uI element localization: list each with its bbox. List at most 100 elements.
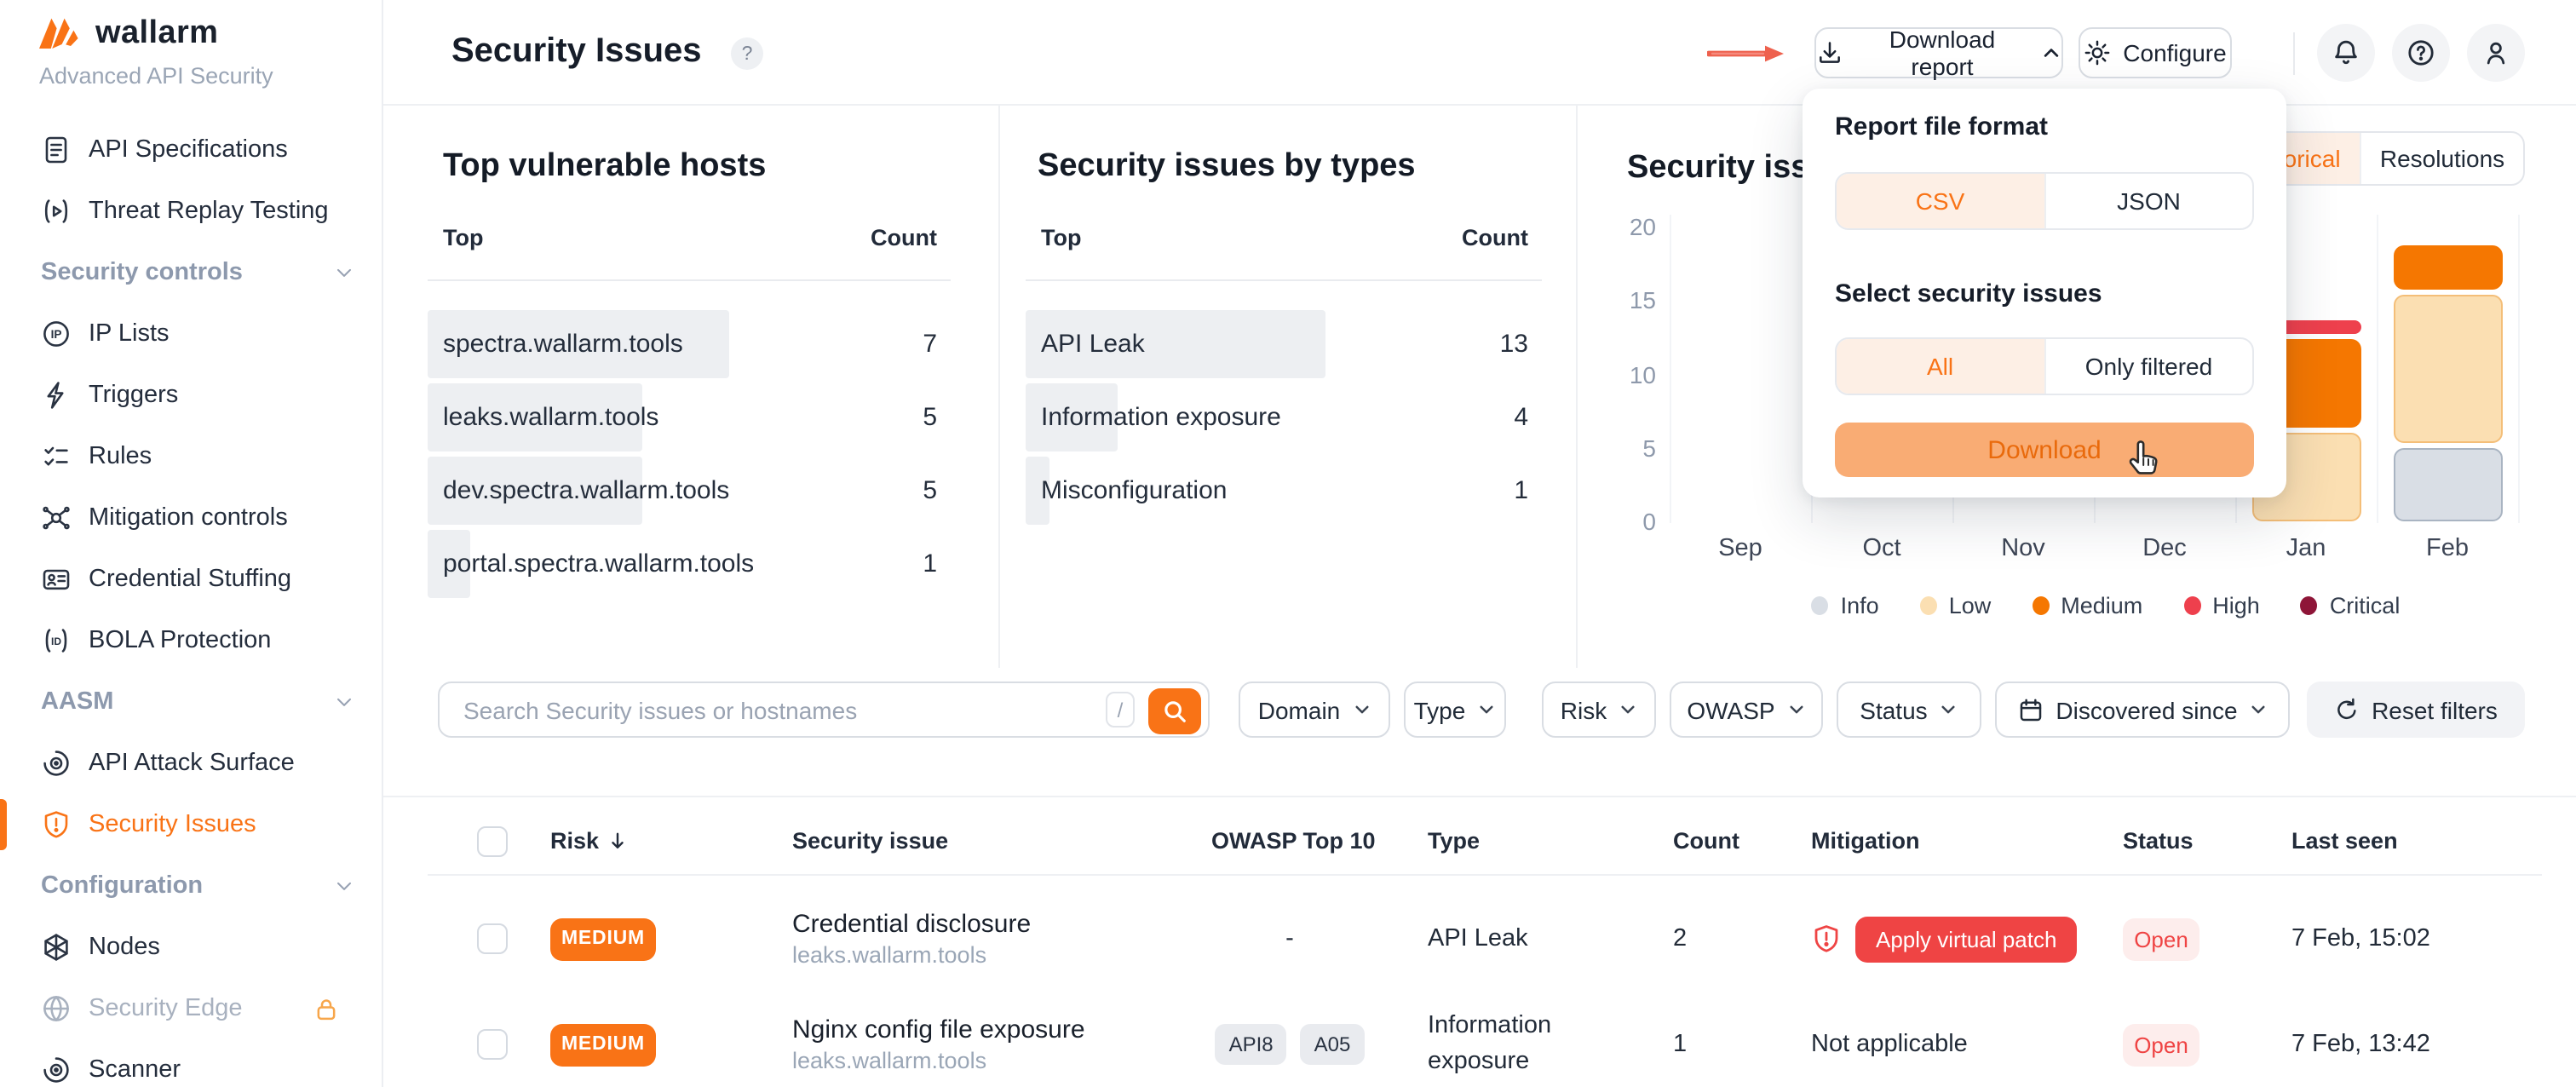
legend-dot bbox=[2032, 596, 2049, 615]
calendar-icon bbox=[2016, 696, 2044, 723]
legend-item-high[interactable]: High bbox=[2183, 593, 2260, 618]
divider bbox=[428, 279, 951, 281]
legend-label: Low bbox=[1949, 593, 1992, 618]
sidebar-item-label: BOLA Protection bbox=[89, 627, 271, 654]
type-value: API Leak bbox=[1428, 921, 1584, 957]
format-option-csv[interactable]: CSV bbox=[1837, 174, 2044, 228]
sidebar-item-api-specifications[interactable]: API Specifications bbox=[0, 119, 383, 181]
legend-item-info[interactable]: Info bbox=[1812, 593, 1879, 618]
download-report-button[interactable]: Download report bbox=[1814, 27, 2063, 78]
column-header-mitigation[interactable]: Mitigation bbox=[1811, 828, 1920, 854]
sidebar-item-bola-protection[interactable]: IDBOLA Protection bbox=[0, 610, 383, 671]
panel-divider bbox=[998, 106, 1000, 668]
status-filter[interactable]: Status bbox=[1837, 682, 1981, 738]
row-checkbox[interactable] bbox=[477, 923, 508, 954]
sidebar-section-aasm[interactable]: AASM bbox=[0, 671, 383, 733]
column-header-status[interactable]: Status bbox=[2123, 828, 2194, 854]
column-header-last-seen[interactable]: Last seen bbox=[2291, 828, 2398, 854]
sidebar-item-api-attack-surface[interactable]: API Attack Surface bbox=[0, 733, 383, 794]
sidebar-item-ip-lists[interactable]: IPIP Lists bbox=[0, 303, 383, 365]
count-value: 1 bbox=[1514, 475, 1528, 504]
sidebar-item-scanner[interactable]: Scanner bbox=[0, 1039, 383, 1087]
count-value: 7 bbox=[923, 329, 937, 358]
list-item[interactable]: dev.spectra.wallarm.tools5 bbox=[428, 453, 951, 526]
legend-item-medium[interactable]: Medium bbox=[2032, 593, 2142, 618]
sidebar-item-credential-stuffing[interactable]: Credential Stuffing bbox=[0, 549, 383, 610]
row-checkbox[interactable] bbox=[477, 1029, 508, 1060]
sidebar-section-security-controls[interactable]: Security controls bbox=[0, 242, 383, 303]
column-label: Last seen bbox=[2291, 828, 2398, 854]
col-top: Top bbox=[443, 225, 484, 250]
col-top: Top bbox=[1041, 225, 1082, 250]
column-header-type[interactable]: Type bbox=[1428, 828, 1480, 854]
column-header-security-issue[interactable]: Security issue bbox=[792, 828, 948, 854]
types-table-head: Top Count bbox=[1026, 225, 1542, 250]
type-filter[interactable]: Type bbox=[1404, 682, 1506, 738]
mitigation-text: Not applicable bbox=[1811, 1031, 1968, 1058]
tab-resolutions[interactable]: Resolutions bbox=[2360, 133, 2523, 184]
x-axis-label: Dec bbox=[2110, 535, 2219, 562]
sidebar-item-mitigation-controls[interactable]: Mitigation controls bbox=[0, 487, 383, 549]
owasp-filter[interactable]: OWASP bbox=[1670, 682, 1823, 738]
legend-item-critical[interactable]: Critical bbox=[2301, 593, 2401, 618]
sidebar-item-nodes[interactable]: Nodes bbox=[0, 917, 383, 978]
select-all-checkbox[interactable] bbox=[477, 826, 508, 857]
risk-cell: MEDIUM bbox=[550, 886, 656, 992]
list-item[interactable]: Misconfiguration1 bbox=[1026, 453, 1542, 526]
column-header-risk[interactable]: Risk bbox=[550, 828, 628, 854]
sidebar-item-triggers[interactable]: Triggers bbox=[0, 365, 383, 426]
search-input[interactable] bbox=[440, 683, 1104, 736]
mouse-cursor bbox=[2126, 438, 2164, 479]
issues-scope-toggle: AllOnly filtered bbox=[1835, 337, 2254, 395]
chevron-down-icon bbox=[1619, 700, 1637, 719]
scope-option-all[interactable]: All bbox=[1837, 339, 2044, 394]
sidebar-item-threat-replay-testing[interactable]: Threat Replay Testing bbox=[0, 181, 383, 242]
format-option-json[interactable]: JSON bbox=[2044, 174, 2252, 228]
app-logo[interactable]: wallarm bbox=[37, 15, 218, 53]
popup-download-button[interactable]: Download bbox=[1835, 423, 2254, 477]
sidebar-item-security-issues[interactable]: Security Issues bbox=[0, 794, 383, 855]
wallarm-flame-icon bbox=[37, 17, 83, 51]
notifications-button[interactable] bbox=[2317, 24, 2375, 82]
configure-button[interactable]: Configure bbox=[2079, 27, 2232, 78]
column-header-owasp-top-10[interactable]: OWASP Top 10 bbox=[1211, 828, 1376, 854]
column-header-count[interactable]: Count bbox=[1673, 828, 1739, 854]
apply-virtual-patch-button[interactable]: Apply virtual patch bbox=[1855, 916, 2077, 962]
topbar-divider bbox=[2293, 32, 2295, 75]
list-item[interactable]: leaks.wallarm.tools5 bbox=[428, 380, 951, 453]
y-axis-tick: 5 bbox=[1605, 434, 1656, 462]
table-row[interactable]: MEDIUMNginx config file exposureleaks.wa… bbox=[0, 993, 2576, 1087]
discovered-since-filter[interactable]: Discovered since bbox=[1995, 682, 2290, 738]
count-value: 5 bbox=[923, 402, 937, 431]
list-item[interactable]: spectra.wallarm.tools7 bbox=[428, 307, 951, 380]
reset-filters-button[interactable]: Reset filters bbox=[2307, 682, 2525, 738]
domain-filter[interactable]: Domain bbox=[1239, 682, 1390, 738]
column-label: Type bbox=[1428, 828, 1480, 854]
sidebar-item-security-edge[interactable]: Security Edge bbox=[0, 978, 383, 1039]
table-row[interactable]: MEDIUMCredential disclosureleaks.wallarm… bbox=[0, 886, 2576, 992]
search-button[interactable] bbox=[1148, 688, 1201, 734]
count-cell: 1 bbox=[1673, 993, 1687, 1087]
help-button[interactable] bbox=[2392, 24, 2450, 82]
list-item[interactable]: API Leak13 bbox=[1026, 307, 1542, 380]
bar-segment-low bbox=[2393, 296, 2502, 443]
list-item[interactable]: Information exposure4 bbox=[1026, 380, 1542, 453]
owasp-pill: A05 bbox=[1301, 1024, 1365, 1065]
owasp-cell: API8 A05 bbox=[1211, 993, 1368, 1087]
sidebar-item-label: IP Lists bbox=[89, 320, 170, 348]
risk-filter[interactable]: Risk bbox=[1542, 682, 1656, 738]
question-circle-icon bbox=[2406, 37, 2436, 68]
chevron-down-icon bbox=[1352, 700, 1371, 719]
list-item[interactable]: portal.spectra.wallarm.tools1 bbox=[428, 526, 951, 600]
issue-title: Nginx config file exposure bbox=[792, 1015, 1085, 1044]
owasp-pill: API8 bbox=[1216, 1024, 1287, 1065]
scope-option-only-filtered[interactable]: Only filtered bbox=[2044, 339, 2252, 394]
user-menu-button[interactable] bbox=[2467, 24, 2525, 82]
report-file-format-heading: Report file format bbox=[1835, 112, 2048, 141]
download-icon bbox=[1816, 39, 1843, 66]
legend-item-low[interactable]: Low bbox=[1920, 593, 1992, 618]
sidebar-item-rules[interactable]: Rules bbox=[0, 426, 383, 487]
search-icon bbox=[1162, 699, 1187, 724]
sidebar-section-configuration[interactable]: Configuration bbox=[0, 855, 383, 917]
page-help-icon[interactable]: ? bbox=[731, 37, 763, 70]
